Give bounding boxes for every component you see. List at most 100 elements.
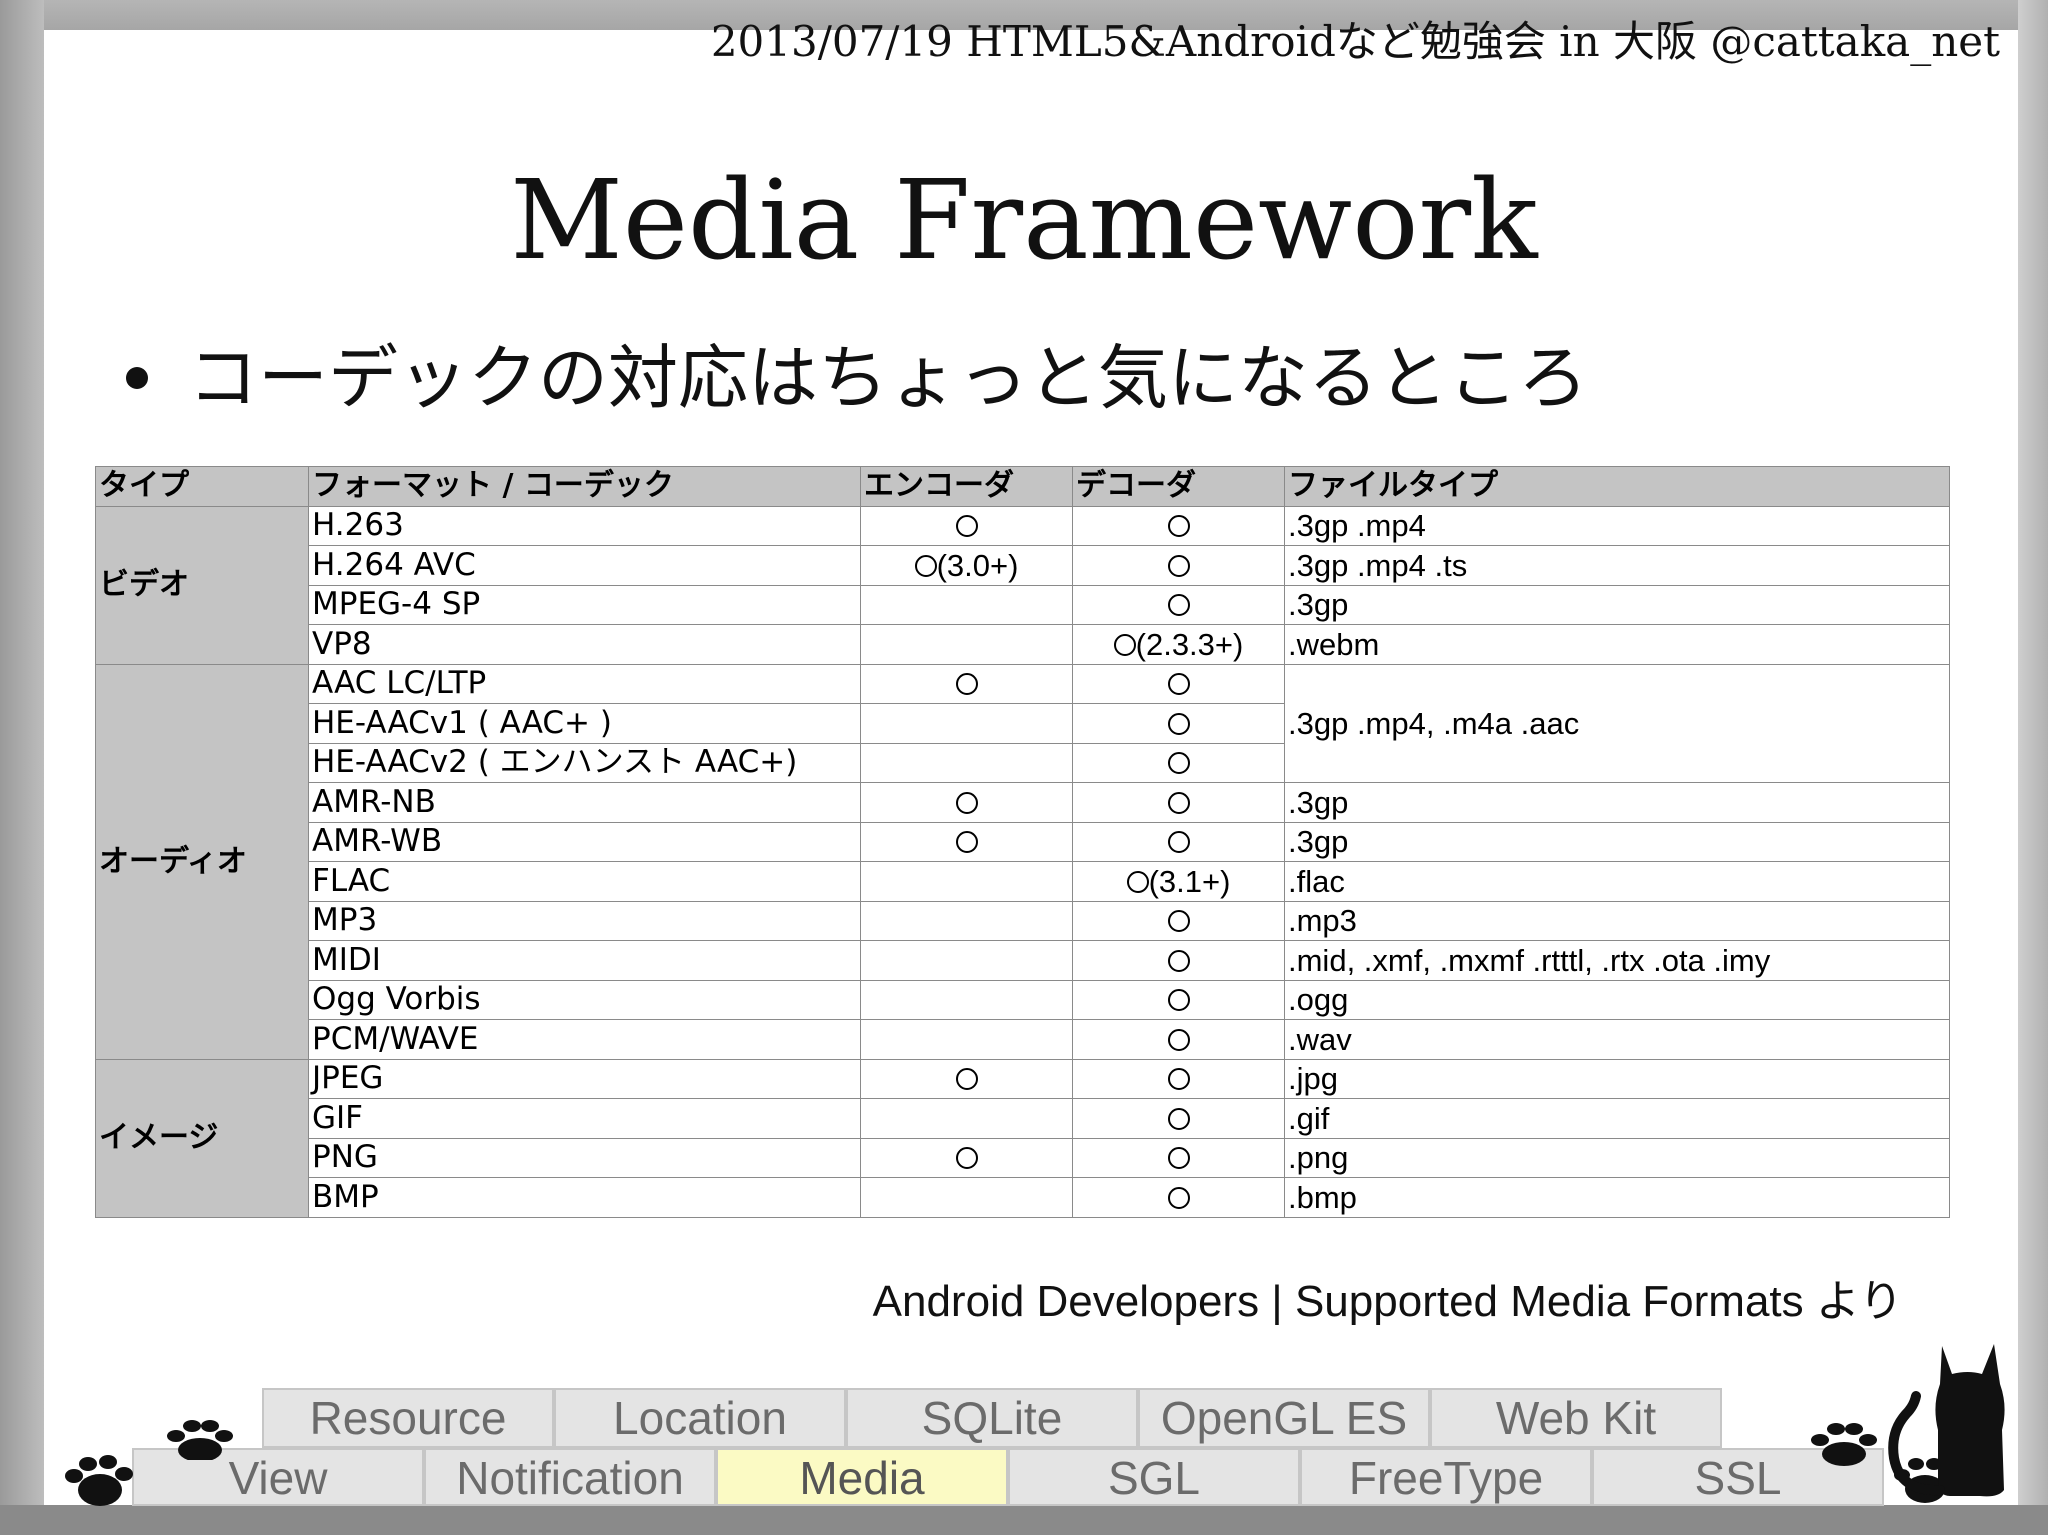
circle-mark-icon <box>1167 831 1190 854</box>
encoder-cell <box>860 821 1073 862</box>
filetype-cell: .png <box>1284 1137 1950 1178</box>
decoder-cell <box>1072 1019 1285 1060</box>
circle-mark-icon <box>1167 1028 1190 1051</box>
table-row: GIF .gif <box>96 1098 1950 1139</box>
filetype-cell: .gif <box>1284 1098 1950 1139</box>
filetype-cell: .3gp .mp4, .m4a .aac <box>1284 663 1950 783</box>
circle-mark-icon <box>1167 949 1190 972</box>
table-row: H.264 AVC (3.0+) .3gp .mp4 .ts <box>96 545 1950 586</box>
decoder-cell <box>1072 703 1285 744</box>
circle-mark-icon <box>955 1068 978 1091</box>
tab-sqlite[interactable]: SQLite <box>846 1388 1138 1448</box>
slide-title: Media Framework <box>510 156 1538 284</box>
cat-silhouette-icon <box>1888 1344 2005 1497</box>
circle-mark-icon <box>1167 1147 1190 1170</box>
circle-mark-icon <box>1167 989 1190 1012</box>
circle-mark-icon <box>1113 633 1136 656</box>
encoder-cell <box>860 1137 1073 1178</box>
table-row: VP8 (2.3.3+) .webm <box>96 624 1950 665</box>
filetype-cell: .ogg <box>1284 979 1950 1020</box>
version-note: (3.1+) <box>1148 863 1231 899</box>
encoder-cell <box>860 1177 1073 1218</box>
encoder-cell <box>860 663 1073 704</box>
slide-frame-bottom <box>0 1505 2048 1535</box>
circle-mark-icon <box>955 791 978 814</box>
format-cell: VP8 <box>308 624 861 665</box>
decoder-cell <box>1072 1177 1285 1218</box>
format-cell: AMR-NB <box>308 782 861 823</box>
table-row: MPEG-4 SP .3gp <box>96 584 1950 625</box>
bullet-point: コーデックの対応はちょっと気になるところ <box>126 322 1588 423</box>
format-cell: HE-AACv2 ( エンハンスト AAC+) <box>308 742 861 783</box>
header-filetype: ファイルタイプ <box>1284 466 1950 507</box>
format-cell: Ogg Vorbis <box>308 979 861 1020</box>
circle-mark-icon <box>955 831 978 854</box>
format-cell: BMP <box>308 1177 861 1218</box>
circle-mark-icon <box>1167 910 1190 933</box>
circle-mark-icon <box>1167 1068 1190 1091</box>
circle-mark-icon <box>1167 752 1190 775</box>
paw-print-icon <box>167 1420 233 1460</box>
decoder-cell <box>1072 979 1285 1020</box>
circle-mark-icon <box>955 673 978 696</box>
filetype-cell: .3gp <box>1284 821 1950 862</box>
encoder-cell <box>860 782 1073 823</box>
table-header-row: タイプ フォーマット / コーデック エンコーダ デコーダ ファイルタイプ <box>95 466 1950 507</box>
filetype-cell: .wav <box>1284 1019 1950 1060</box>
encoder-cell <box>860 1019 1073 1060</box>
table-row: PNG .png <box>96 1137 1950 1178</box>
type-cell-audio: オーディオ <box>95 663 309 1060</box>
tab-location[interactable]: Location <box>554 1388 846 1448</box>
header-format: フォーマット / コーデック <box>308 466 861 507</box>
filetype-cell: .3gp .mp4 <box>1284 505 1950 546</box>
type-cell-image: イメージ <box>95 1058 309 1218</box>
header-type: タイプ <box>95 466 309 507</box>
tab-freetype[interactable]: FreeType <box>1300 1448 1592 1506</box>
table-row: イメージ JPEG .jpg <box>95 1058 1950 1218</box>
encoder-cell: (3.0+) <box>860 545 1073 586</box>
encoder-cell <box>860 584 1073 625</box>
format-cell: AAC LC/LTP <box>308 663 861 704</box>
format-cell: MP3 <box>308 900 861 941</box>
tab-media[interactable]: Media <box>716 1448 1008 1506</box>
type-cell-video: ビデオ <box>95 505 309 665</box>
decoder-cell <box>1072 1137 1285 1178</box>
encoder-cell <box>860 900 1073 941</box>
filetype-cell: .bmp <box>1284 1177 1950 1218</box>
circle-mark-icon <box>1167 673 1190 696</box>
format-cell: H.264 AVC <box>308 545 861 586</box>
bullet-text: コーデックの対応はちょっと気になるところ <box>188 337 1588 419</box>
table-row: FLAC (3.1+) .flac <box>96 861 1950 902</box>
tab-opengl-es[interactable]: OpenGL ES <box>1138 1388 1430 1448</box>
encoder-cell <box>860 861 1073 902</box>
encoder-cell <box>860 940 1073 981</box>
table-row: BMP .bmp <box>96 1177 1950 1218</box>
decoder-cell <box>1072 742 1285 783</box>
encoder-cell <box>860 703 1073 744</box>
filetype-cell: .webm <box>1284 624 1950 665</box>
table-row: AMR-NB .3gp <box>96 782 1950 823</box>
decoder-cell <box>1072 940 1285 981</box>
tab-notification[interactable]: Notification <box>424 1448 716 1506</box>
encoder-cell <box>860 1058 1073 1099</box>
format-cell: PCM/WAVE <box>308 1019 861 1060</box>
decoder-cell <box>1072 584 1285 625</box>
filetype-cell: .3gp <box>1284 782 1950 823</box>
header-decoder: デコーダ <box>1072 466 1285 507</box>
table-row: AMR-WB .3gp <box>96 821 1950 862</box>
decoder-cell: (2.3.3+) <box>1072 624 1285 665</box>
decoder-cell: (3.1+) <box>1072 861 1285 902</box>
codec-table: タイプ フォーマット / コーデック エンコーダ デコーダ ファイルタイプ ビデ… <box>95 466 1950 1218</box>
circle-mark-icon <box>955 515 978 538</box>
tab-sgl[interactable]: SGL <box>1008 1448 1300 1506</box>
format-cell: MPEG-4 SP <box>308 584 861 625</box>
tab-web-kit[interactable]: Web Kit <box>1430 1388 1722 1448</box>
circle-mark-icon <box>1167 791 1190 814</box>
tab-resource[interactable]: Resource <box>262 1388 554 1448</box>
format-cell: JPEG <box>308 1058 861 1099</box>
decoder-cell <box>1072 821 1285 862</box>
decoder-cell <box>1072 782 1285 823</box>
circle-mark-icon <box>1167 1186 1190 1209</box>
event-header: 2013/07/19 HTML5&Androidなど勉強会 in 大阪 @cat… <box>710 17 2000 66</box>
decoder-cell <box>1072 545 1285 586</box>
